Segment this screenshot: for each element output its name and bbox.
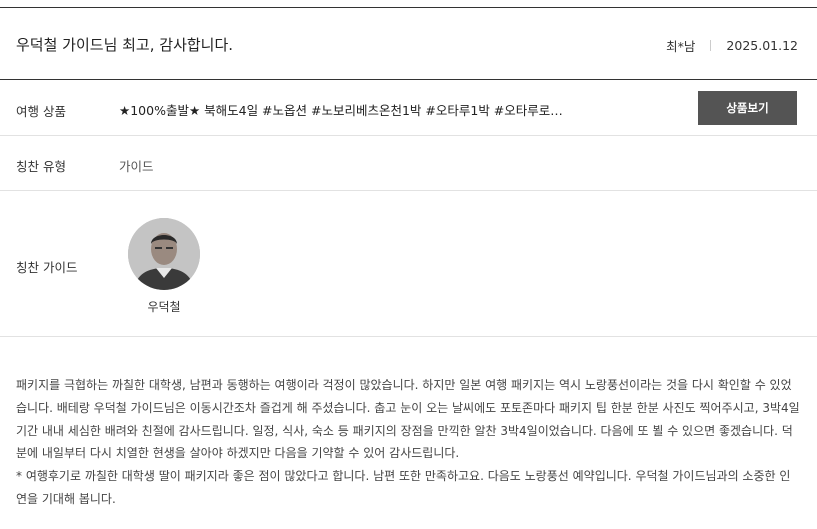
praise-type-label: 칭찬 유형 xyxy=(16,159,66,174)
product-label: 여행 상품 xyxy=(16,104,66,119)
praise-guide-row: 칭찬 가이드 우덕철 xyxy=(0,191,817,337)
product-row: 여행 상품 ★100%출발★ 북해도4일 #노옵션 #노보리베츠온천1박 #오타… xyxy=(0,80,817,136)
view-product-button[interactable]: 상품보기 xyxy=(698,91,797,125)
guide-card: 우덕철 xyxy=(128,218,200,315)
review-content: 패키지를 극협하는 까칠한 대학생, 남편과 동행하는 여행이라 걱정이 많았습… xyxy=(16,374,800,511)
review-date: 2025.01.12 xyxy=(726,38,798,53)
review-title: 우덕철 가이드님 최고, 감사합니다. xyxy=(16,36,234,54)
review-header: 우덕철 가이드님 최고, 감사합니다. 최*남 2025.01.12 xyxy=(0,8,817,80)
review-author: 최*남 xyxy=(666,39,696,54)
praise-type-value: 가이드 xyxy=(119,159,154,174)
review-paragraph: * 여행후기로 까칠한 대학생 딸이 패키지라 좋은 점이 많았다고 합니다. … xyxy=(16,469,791,506)
guide-photo-icon xyxy=(128,218,200,290)
product-name-link[interactable]: ★100%출발★ 북해도4일 #노옵션 #노보리베츠온천1박 #오타루1박 #오… xyxy=(119,100,569,119)
guide-name: 우덕철 xyxy=(147,300,181,314)
praise-guide-label: 칭찬 가이드 xyxy=(16,260,78,275)
review-detail-page: 우덕철 가이드님 최고, 감사합니다. 최*남 2025.01.12 여행 상품… xyxy=(0,0,817,529)
meta-separator xyxy=(710,40,712,51)
praise-type-row: 칭찬 유형 가이드 xyxy=(0,136,817,191)
guide-avatar xyxy=(128,218,200,290)
review-meta: 최*남 2025.01.12 xyxy=(666,36,798,55)
review-paragraph: 패키지를 극협하는 까칠한 대학생, 남편과 동행하는 여행이라 걱정이 많았습… xyxy=(16,378,804,461)
